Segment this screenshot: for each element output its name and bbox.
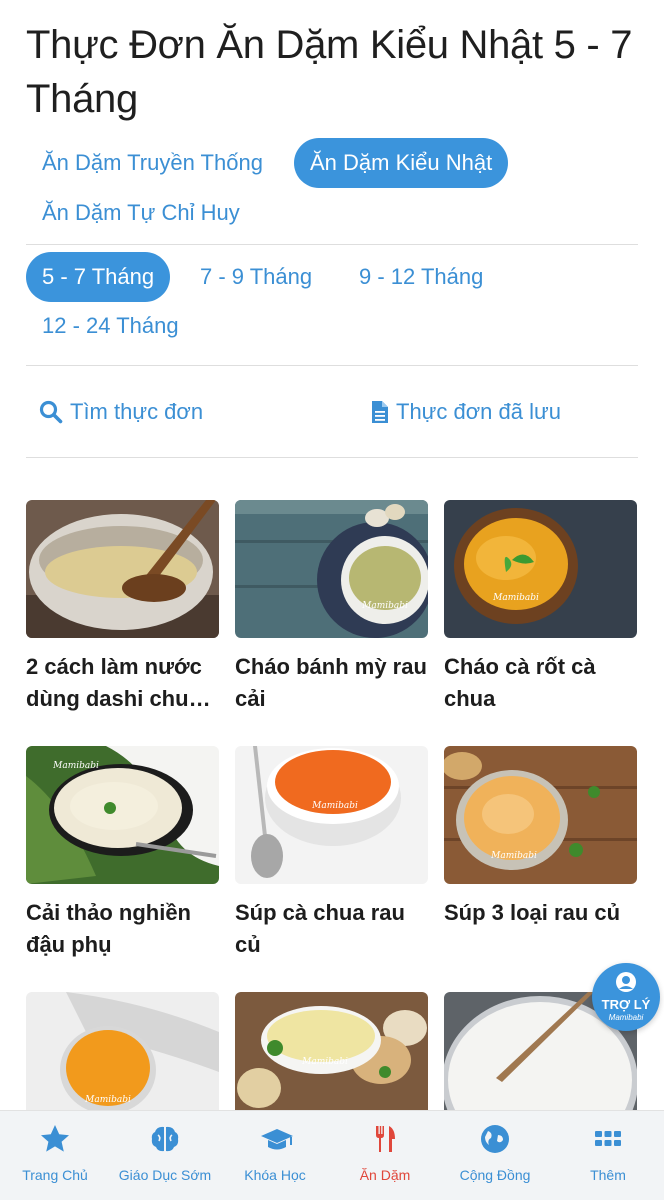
recipe-card[interactable]: Mamibabi Cháo cà rốt cà chua bbox=[444, 500, 637, 715]
style-tab-baby-led[interactable]: Ăn Dặm Tự Chỉ Huy bbox=[26, 188, 256, 238]
tab-courses[interactable]: Khóa Học bbox=[220, 1111, 330, 1200]
assistant-icon bbox=[616, 972, 636, 992]
brain-icon bbox=[151, 1126, 179, 1152]
watermark: Mamibabi bbox=[301, 1057, 348, 1067]
tab-label: Khóa Học bbox=[244, 1167, 306, 1183]
style-tab-japanese[interactable]: Ăn Dặm Kiểu Nhật bbox=[294, 138, 509, 188]
recipe-card[interactable]: Mamibabi Cháo bánh mỳ rau cải bbox=[235, 500, 428, 715]
tab-label: Cộng Đồng bbox=[459, 1167, 531, 1183]
watermark: Mamibabi bbox=[361, 601, 408, 611]
star-icon bbox=[41, 1125, 69, 1152]
tab-label: Ăn Dặm bbox=[359, 1167, 411, 1183]
recipe-title: Súp 3 loại rau củ bbox=[444, 900, 621, 925]
recipe-image: Mamibabi bbox=[444, 746, 637, 884]
recipe-card[interactable]: Mamibabi Súp 3 loại rau củ bbox=[444, 746, 637, 961]
tab-weaning[interactable]: Ăn Dặm bbox=[330, 1111, 440, 1200]
recipe-image: Mamibabi bbox=[26, 992, 219, 1110]
style-filter: Ăn Dặm Truyền Thống Ăn Dặm Kiểu Nhật Ăn … bbox=[26, 138, 638, 238]
recipe-title: Cải thảo nghiền đậu phụ bbox=[26, 900, 191, 957]
search-recipes-button[interactable]: Tìm thực đơn bbox=[38, 392, 203, 432]
tab-label: Trang Chủ bbox=[22, 1167, 88, 1183]
tab-more[interactable]: Thêm bbox=[553, 1111, 663, 1200]
grid-icon bbox=[595, 1131, 621, 1146]
recipe-card[interactable]: Mamibabi Cải thảo nghiền đậu phụ bbox=[26, 746, 219, 961]
recipe-image: Mamibabi bbox=[26, 746, 219, 884]
recipe-image: Mamibabi bbox=[444, 500, 637, 638]
tab-label: Thêm bbox=[590, 1167, 626, 1183]
watermark: Mamibabi bbox=[52, 761, 99, 771]
fork-knife-icon bbox=[376, 1126, 395, 1152]
tab-community[interactable]: Cộng Đồng bbox=[440, 1111, 550, 1200]
tab-home[interactable]: Trang Chủ bbox=[0, 1111, 110, 1200]
recipe-page: Thực Đơn Ăn Dặm Kiểu Nhật 5 - 7 Tháng Ăn… bbox=[0, 0, 664, 1110]
recipe-title: 2 cách làm nước dùng dashi chuẩn vị Nhật bbox=[26, 654, 215, 711]
style-tab-traditional[interactable]: Ăn Dặm Truyền Thống bbox=[26, 138, 279, 188]
bottom-tab-bar: Trang Chủ Giáo Dục Sớm Khóa Học Ăn Dặm C… bbox=[0, 1110, 664, 1200]
recipe-image: Mamibabi bbox=[235, 746, 428, 884]
graduation-cap-icon bbox=[261, 1129, 293, 1150]
assistant-brand: Mamibabi bbox=[608, 1013, 644, 1022]
recipe-card[interactable]: Mamibabi bbox=[26, 992, 219, 1110]
page-title: Thực Đơn Ăn Dặm Kiểu Nhật 5 - 7 Tháng bbox=[26, 23, 633, 121]
search-recipes-label: Tìm thực đơn bbox=[70, 399, 204, 424]
divider bbox=[26, 244, 638, 245]
tab-label: Giáo Dục Sớm bbox=[118, 1167, 212, 1183]
globe-icon bbox=[481, 1125, 509, 1153]
age-tab-5-7[interactable]: 5 - 7 Tháng bbox=[26, 252, 171, 302]
tab-early-education[interactable]: Giáo Dục Sớm bbox=[110, 1111, 220, 1200]
recipe-title: Súp cà chua rau củ bbox=[235, 900, 405, 957]
recipe-title: Cháo cà rốt cà chua bbox=[444, 654, 596, 711]
divider bbox=[26, 365, 638, 366]
recipe-image: Mamibabi bbox=[235, 992, 428, 1110]
watermark: Mamibabi bbox=[492, 593, 539, 603]
watermark: Mamibabi bbox=[490, 851, 537, 861]
recipe-card[interactable]: 2 cách làm nước dùng dashi chuẩn vị Nhật bbox=[26, 500, 219, 715]
search-icon bbox=[39, 400, 63, 424]
recipe-title: Cháo bánh mỳ rau cải bbox=[235, 654, 427, 711]
recipe-image bbox=[26, 500, 219, 638]
age-tab-12-24[interactable]: 12 - 24 Tháng bbox=[26, 301, 195, 351]
divider bbox=[26, 457, 638, 458]
age-tab-9-12[interactable]: 9 - 12 Tháng bbox=[343, 252, 499, 302]
assistant-button[interactable]: TRỢ LÝ Mamibabi bbox=[592, 963, 660, 1031]
watermark: Mamibabi bbox=[311, 801, 358, 811]
document-icon bbox=[372, 401, 388, 423]
recipe-image: Mamibabi bbox=[235, 500, 428, 638]
saved-recipes-button[interactable]: Thực đơn đã lưu bbox=[370, 392, 561, 432]
recipe-card[interactable]: Mamibabi Súp cà chua rau củ bbox=[235, 746, 428, 961]
age-tab-7-9[interactable]: 7 - 9 Tháng bbox=[184, 252, 328, 302]
age-filter: 5 - 7 Tháng 7 - 9 Tháng 9 - 12 Tháng 12 … bbox=[26, 252, 638, 352]
recipe-card[interactable]: Mamibabi bbox=[235, 992, 428, 1110]
assistant-label: TRỢ LÝ bbox=[601, 997, 651, 1012]
saved-recipes-label: Thực đơn đã lưu bbox=[396, 399, 561, 424]
watermark: Mamibabi bbox=[84, 1095, 131, 1105]
